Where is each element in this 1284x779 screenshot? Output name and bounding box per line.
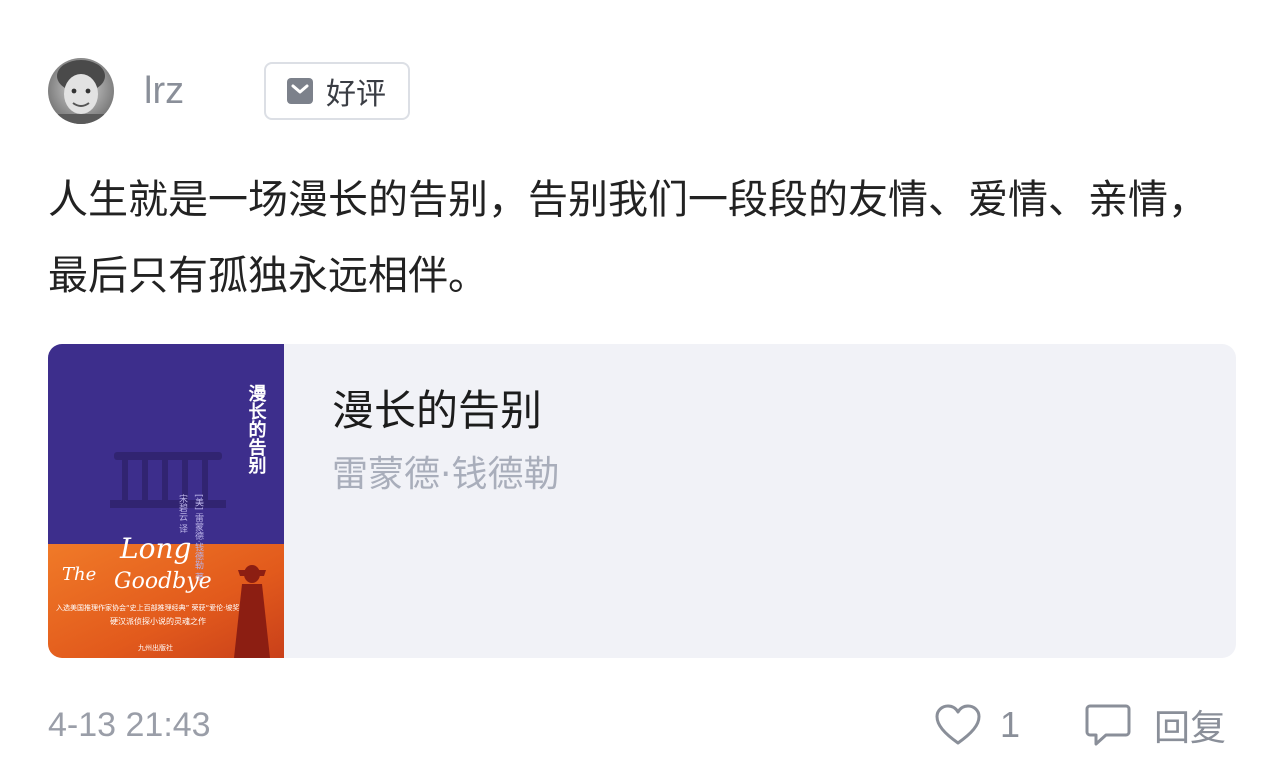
- comment-icon: [1085, 704, 1131, 746]
- like-button[interactable]: 1: [934, 700, 1020, 750]
- book-cover[interactable]: 漫长的告别 [美] 雷蒙德·钱德勒 著 宋碧云 译 The Long Goodb…: [48, 344, 284, 658]
- username[interactable]: lrz: [144, 68, 184, 114]
- cover-blurb-2: 硬汉派侦探小说的灵魂之作: [110, 616, 206, 626]
- book-author[interactable]: 雷蒙德·钱德勒: [332, 450, 559, 500]
- cover-blurb-1: 入选美国推理作家协会“史上百部推理经典” 荣获“爱伦·坡奖”殊荣: [56, 603, 257, 612]
- review-text: 人生就是一场漫长的告别，告别我们一段段的友情、爱情、亲情，最后只有孤独永远相伴。: [48, 177, 1208, 299]
- badge-label: 好评: [326, 77, 386, 112]
- book-card[interactable]: 漫长的告别 [美] 雷蒙德·钱德勒 著 宋碧云 译 The Long Goodb…: [48, 344, 1236, 658]
- rating-badge: 好评: [264, 62, 410, 120]
- like-count: 1: [1000, 704, 1021, 745]
- svg-text:宋碧云 译: 宋碧云 译: [177, 493, 188, 534]
- cover-title-vertical: 漫长的告别: [246, 384, 268, 475]
- svg-text:九州出版社: 九州出版社: [138, 643, 173, 652]
- reply-label: 回复: [1154, 708, 1227, 749]
- cover-en-title-1: The: [62, 564, 96, 585]
- cover-en-title-3: Goodbye: [114, 569, 212, 594]
- review-header: lrz 好评: [48, 58, 648, 124]
- review-footer: 4-13 21:43 1 回复: [48, 700, 1238, 750]
- timestamp: 4-13 21:43: [48, 706, 211, 744]
- cover-en-title-2: Long: [119, 532, 191, 565]
- avatar[interactable]: [48, 58, 114, 124]
- book-title[interactable]: 漫长的告别: [332, 384, 542, 438]
- bookmark-check-icon: [287, 78, 313, 104]
- reply-button[interactable]: 回复: [1084, 700, 1226, 750]
- heart-icon: [935, 704, 981, 745]
